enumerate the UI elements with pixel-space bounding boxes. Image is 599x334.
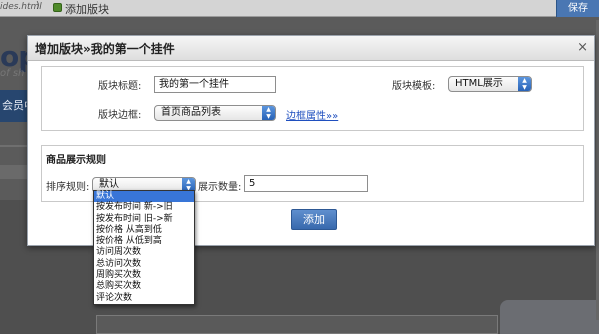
block-template-value: HTML展示 xyxy=(455,78,503,89)
site-logo-tagline: of sh xyxy=(0,68,25,79)
close-icon[interactable]: × xyxy=(577,41,588,55)
background-card xyxy=(96,315,498,334)
sort-rule-label: 排序规则: xyxy=(46,182,90,193)
dialog-header: 增加版块»我的第一个挂件 xyxy=(28,36,594,61)
select-arrows-icon: ▲ ▼ xyxy=(518,77,531,91)
dialog-title: 增加版块»我的第一个挂件 xyxy=(35,41,175,56)
sort-option[interactable]: 默认 xyxy=(94,191,194,203)
sort-option[interactable]: 访问周次数 xyxy=(94,247,194,258)
sort-option[interactable]: 按发布时间 新->旧 xyxy=(94,202,194,213)
sort-option[interactable]: 评论次数 xyxy=(94,293,194,304)
sort-option[interactable]: 按价格 从高到低 xyxy=(94,225,194,236)
sort-rule-dropdown-list: 默认 按发布时间 新->旧 按发布时间 旧->新 按价格 从高到低 按价格 从低… xyxy=(93,190,195,305)
sort-option[interactable]: 按价格 从低到高 xyxy=(94,236,194,247)
sort-option[interactable]: 总访问次数 xyxy=(94,259,194,270)
background-toolbar: ides.html ) 添加版块 保存 xyxy=(0,0,599,17)
display-count-label: 展示数量: xyxy=(198,182,242,193)
block-settings-panel: 版块标题: 我的第一个挂件 版块模板: HTML展示 ▲ ▼ 版块边框: 首页商品… xyxy=(41,66,584,131)
add-block-icon xyxy=(53,3,62,12)
sort-option[interactable]: 周购买次数 xyxy=(94,270,194,281)
block-border-label: 版块边框: xyxy=(98,110,142,121)
add-button[interactable]: 添加 xyxy=(291,209,337,230)
sort-option[interactable]: 按发布时间 旧->新 xyxy=(94,214,194,225)
display-count-input[interactable]: 5 xyxy=(244,175,368,192)
background-url-paren: ) xyxy=(36,1,40,11)
display-rules-heading: 商品展示规则 xyxy=(46,155,106,166)
block-border-value: 首页商品列表 xyxy=(161,107,221,118)
save-button[interactable]: 保存 xyxy=(556,0,599,17)
sort-rule-value: 默认 xyxy=(99,179,119,190)
block-title-label: 版块标题: xyxy=(98,81,142,92)
background-product-image xyxy=(500,300,599,334)
block-border-select[interactable]: 首页商品列表 ▲ ▼ xyxy=(154,105,276,121)
select-arrows-icon: ▲ ▼ xyxy=(262,106,275,120)
block-template-select[interactable]: HTML展示 ▲ ▼ xyxy=(448,76,532,92)
border-properties-link[interactable]: 边框属性»» xyxy=(286,107,338,122)
sort-option[interactable]: 总购买次数 xyxy=(94,281,194,292)
block-title-input[interactable]: 我的第一个挂件 xyxy=(154,76,276,93)
add-block-link[interactable]: 添加版块 xyxy=(65,1,109,17)
block-template-label: 版块模板: xyxy=(392,81,436,92)
